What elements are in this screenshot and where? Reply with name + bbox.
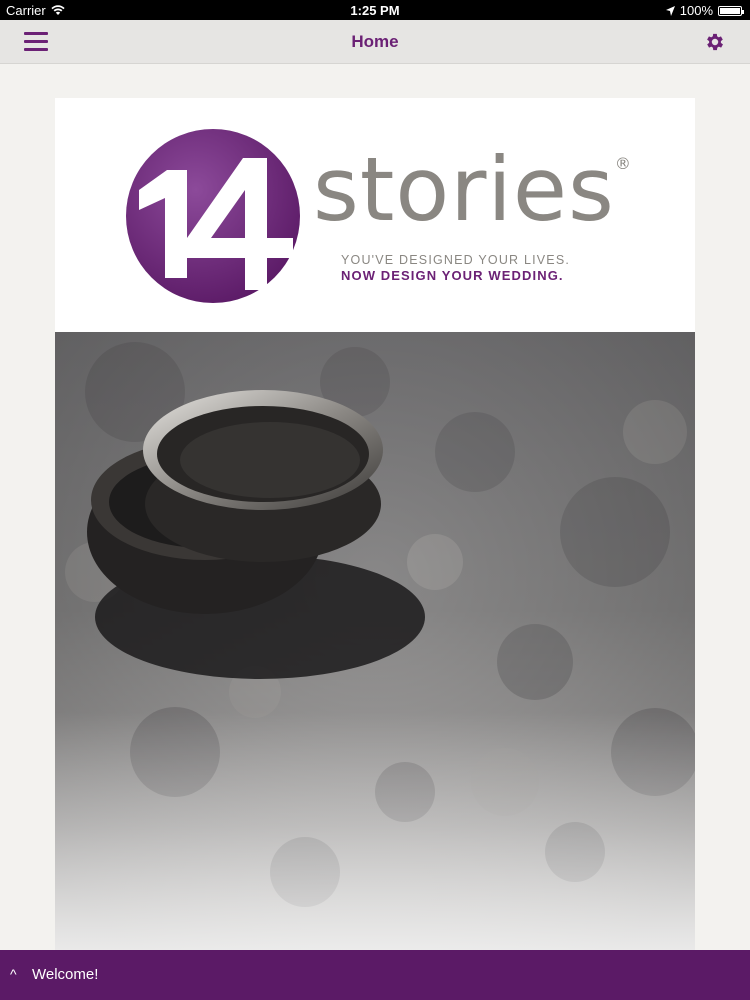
settings-button[interactable]: [704, 31, 726, 53]
home-banner-card: stories® YOU'VE DESIGNED YOUR LIVES. NOW…: [55, 98, 695, 950]
gear-icon: [707, 33, 723, 51]
stories-wordmark: stories®: [313, 146, 632, 234]
battery-fill: [720, 7, 740, 14]
tagline-line-1: YOU'VE DESIGNED YOUR LIVES.: [341, 253, 571, 267]
registered-mark: ®: [614, 154, 632, 173]
fourteen-circle-logo-icon: [126, 129, 300, 303]
clock: 1:25 PM: [350, 3, 400, 18]
wordmark-text: stories: [313, 138, 615, 241]
location-arrow-icon: [665, 5, 675, 16]
brand-logo: stories® YOU'VE DESIGNED YOUR LIVES. NOW…: [55, 98, 695, 332]
navigation-bar: Home: [0, 20, 750, 64]
welcome-label: Welcome!: [32, 966, 99, 983]
welcome-drawer-bar[interactable]: ^ Welcome!: [0, 950, 750, 1000]
status-bar: Carrier 1:25 PM 100%: [0, 0, 750, 20]
battery-percentage: 100%: [679, 3, 713, 18]
status-right: 100%: [665, 3, 744, 18]
battery-icon: [718, 5, 744, 16]
tagline-line-2: NOW DESIGN YOUR WEDDING.: [341, 268, 564, 283]
chevron-up-icon: ^: [10, 966, 17, 982]
page-title: Home: [351, 32, 399, 51]
wedding-rings-photo: [55, 332, 695, 950]
